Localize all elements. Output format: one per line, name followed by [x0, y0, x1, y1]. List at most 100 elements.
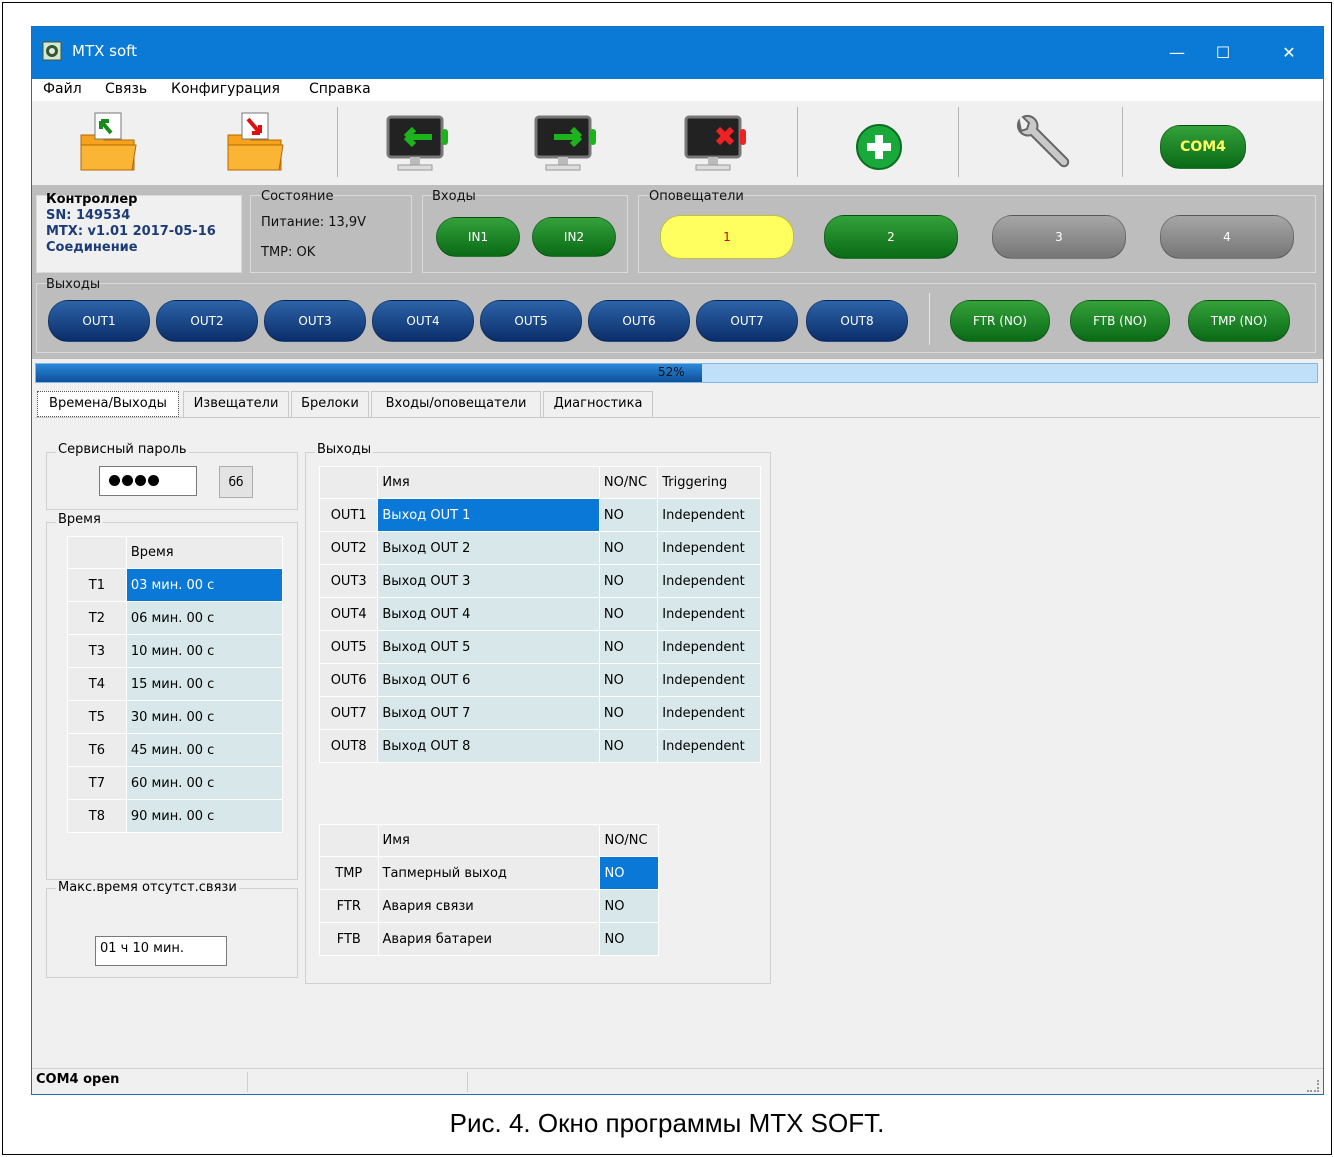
power-value: Питание: 13,9V	[261, 215, 367, 230]
nonc-cell[interactable]: NO	[599, 922, 659, 956]
nonc-cell[interactable]: NO	[599, 889, 659, 923]
close-button[interactable]: ✕	[1269, 37, 1309, 69]
tab-inputs-sirens[interactable]: Входы/оповещатели	[371, 391, 541, 417]
outputs-table: Имя NO/NC Triggering OUT1 Выход OUT 1 NO Inde…	[318, 466, 761, 763]
tab-panel: Сервисный пароль бб Время Время T1 03 мин…	[35, 417, 1320, 1059]
tab-diagnostics[interactable]: Диагностика	[543, 391, 653, 417]
output-out6-button[interactable]: OUT6	[588, 300, 690, 342]
output-name-cell[interactable]: Выход OUT 4	[377, 597, 600, 631]
output-out7-button[interactable]: OUT7	[696, 300, 798, 342]
time-corner	[67, 536, 127, 569]
time-value-cell[interactable]: 30 мин. 00 с	[125, 700, 284, 734]
output-name-cell[interactable]: Выход OUT 2	[377, 531, 600, 565]
write-to-device-icon[interactable]	[532, 107, 602, 177]
output-ftb-button[interactable]: FTB (NO)	[1070, 300, 1170, 342]
menu-help[interactable]: Справка	[309, 81, 371, 97]
tab-detectors[interactable]: Извещатели	[183, 391, 289, 417]
menu-configuration[interactable]: Конфигурация	[171, 81, 280, 97]
nonc-cell[interactable]: NO	[599, 856, 659, 890]
window-title: MTX soft	[72, 42, 138, 60]
siren-2-button[interactable]: 2	[824, 215, 958, 259]
triggering-cell[interactable]: Independent	[657, 729, 761, 763]
output-out2-button[interactable]: OUT2	[156, 300, 258, 342]
triggering-cell[interactable]: Independent	[657, 564, 761, 598]
nonc-cell[interactable]: NO	[598, 531, 659, 565]
input-in2-button[interactable]: IN2	[532, 217, 616, 257]
output-ftr-button[interactable]: FTR (NO)	[950, 300, 1050, 342]
triggering-cell[interactable]: Independent	[657, 663, 761, 697]
status-bar: COM4 open	[32, 1068, 1323, 1094]
output-tmp-button[interactable]: TMP (NO)	[1188, 300, 1290, 342]
time-value-cell[interactable]: 90 мин. 00 с	[125, 799, 284, 833]
com-port-button[interactable]: COM4	[1160, 125, 1246, 169]
siren-3-button[interactable]: 3	[992, 215, 1126, 259]
app-window: MTX soft — ☐ ✕ Файл Связь Конфигурация С…	[31, 26, 1324, 1095]
nonc-cell[interactable]: NO	[598, 663, 659, 697]
output-name-cell[interactable]: Выход OUT 5	[377, 630, 600, 664]
output-name-cell[interactable]: Выход OUT 8	[377, 729, 600, 763]
output-name-cell[interactable]: Выход OUT 7	[377, 696, 600, 730]
add-icon[interactable]	[844, 107, 914, 177]
service-password-input[interactable]	[99, 466, 197, 496]
open-file-icon[interactable]	[75, 107, 145, 177]
tab-keyfobs[interactable]: Брелоки	[291, 391, 369, 417]
minimize-button[interactable]: —	[1157, 37, 1197, 69]
time-value-cell[interactable]: 15 мин. 00 с	[125, 667, 284, 701]
siren-1-button[interactable]: 1	[660, 215, 794, 259]
input-in1-button[interactable]: IN1	[436, 217, 520, 257]
row-id: OUT1	[318, 498, 379, 532]
read-from-device-icon[interactable]	[384, 107, 454, 177]
glasses-icon[interactable]: бб	[219, 466, 253, 498]
sirens-title: Оповещатели	[649, 189, 744, 204]
time-row-id: T2	[67, 601, 127, 635]
output-out8-button[interactable]: OUT8	[806, 300, 908, 342]
row-id: OUT3	[318, 564, 379, 598]
output-out3-button[interactable]: OUT3	[264, 300, 366, 342]
tab-times-outputs[interactable]: Времена/Выходы	[37, 391, 179, 417]
output-name-cell[interactable]: Выход OUT 3	[377, 564, 600, 598]
save-file-icon[interactable]	[222, 107, 292, 177]
nonc-cell[interactable]: NO	[598, 630, 659, 664]
table-row: T1 03 мин. 00 с	[67, 568, 284, 602]
triggering-cell[interactable]: Independent	[657, 531, 761, 565]
table-row: OUT5 Выход OUT 5 NO Independent	[318, 630, 761, 664]
nonc-cell[interactable]: NO	[598, 729, 659, 763]
output-name-cell[interactable]: Выход OUT 6	[377, 663, 600, 697]
disconnect-icon[interactable]	[682, 107, 752, 177]
maximize-button[interactable]: ☐	[1203, 37, 1243, 69]
time-value-cell[interactable]: 03 мин. 00 с	[125, 568, 284, 602]
table-row: FTR Авария связи NO	[319, 889, 659, 923]
service-password-title: Сервисный пароль	[56, 442, 189, 457]
menu-connection[interactable]: Связь	[105, 81, 147, 97]
table-row: OUT3 Выход OUT 3 NO Independent	[318, 564, 761, 598]
nonc-cell[interactable]: NO	[598, 564, 659, 598]
resize-grip-icon[interactable]	[1307, 1080, 1319, 1092]
time-value-cell[interactable]: 45 мин. 00 с	[125, 733, 284, 767]
settings-wrench-icon[interactable]	[1005, 107, 1075, 177]
table-row: TMP Тапмерный выход NO	[319, 856, 659, 890]
nonc-cell[interactable]: NO	[598, 498, 659, 532]
menu-file[interactable]: Файл	[43, 81, 82, 97]
output-out1-button[interactable]: OUT1	[48, 300, 150, 342]
time-row-id: T8	[67, 799, 127, 833]
nonc-cell[interactable]: NO	[598, 597, 659, 631]
output-name-cell[interactable]: Выход OUT 1	[377, 498, 600, 532]
time-value-cell[interactable]: 10 мин. 00 с	[125, 634, 284, 668]
row-id: FTB	[319, 922, 379, 956]
triggering-cell[interactable]: Independent	[657, 630, 761, 664]
triggering-cell[interactable]: Independent	[657, 498, 761, 532]
time-value-cell[interactable]: 60 мин. 00 с	[125, 766, 284, 800]
controller-version: MTX: v1.01 2017-05-16	[46, 224, 216, 239]
siren-4-button[interactable]: 4	[1160, 215, 1294, 259]
nonc-cell[interactable]: NO	[598, 696, 659, 730]
table-row: OUT7 Выход OUT 7 NO Independent	[318, 696, 761, 730]
state-group	[250, 195, 412, 273]
aux-name-cell: Авария батареи	[377, 922, 601, 956]
table-row: T4 15 мин. 00 с	[67, 667, 284, 701]
triggering-cell[interactable]: Independent	[657, 597, 761, 631]
max-time-input[interactable]: 01 ч 10 мин.	[95, 936, 227, 966]
time-value-cell[interactable]: 06 мин. 00 с	[125, 601, 284, 635]
output-out4-button[interactable]: OUT4	[372, 300, 474, 342]
output-out5-button[interactable]: OUT5	[480, 300, 582, 342]
triggering-cell[interactable]: Independent	[657, 696, 761, 730]
